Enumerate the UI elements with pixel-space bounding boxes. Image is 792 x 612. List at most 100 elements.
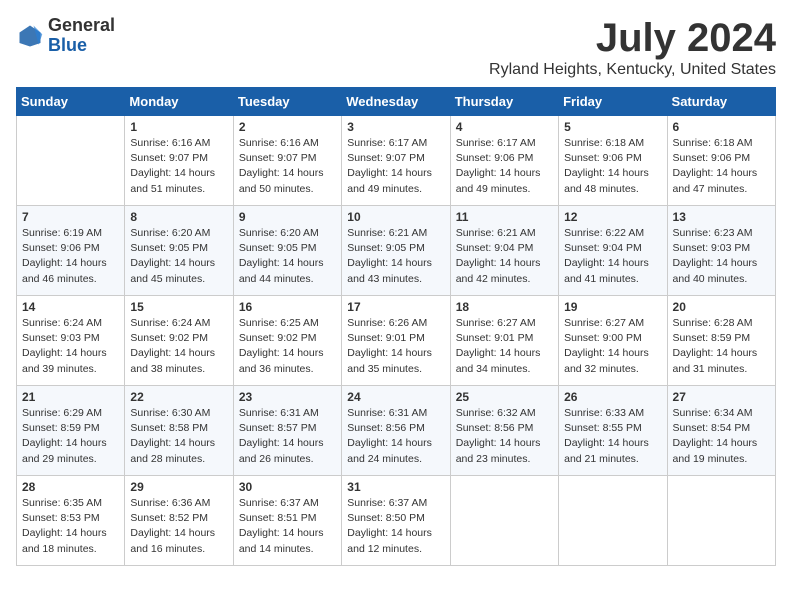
calendar-cell: 15 Sunrise: 6:24 AMSunset: 9:02 PMDayligh… (125, 296, 233, 386)
day-number: 22 (130, 390, 227, 404)
day-info: Sunrise: 6:30 AMSunset: 8:58 PMDaylight:… (130, 406, 227, 467)
calendar-cell: 1Sunrise: 6:16 AMSunset: 9:07 PMDaylight… (125, 116, 233, 206)
day-info: Sunrise: 6:34 AMSunset: 8:54 PMDaylight:… (673, 406, 770, 467)
weekday-header-row: SundayMondayTuesdayWednesdayThursdayFrid… (17, 88, 776, 116)
day-number: 9 (239, 210, 336, 224)
day-number: 15 (130, 300, 227, 314)
day-info: Sunrise: 6:16 AMSunset: 9:07 PMDaylight:… (239, 136, 336, 197)
day-info: Sunrise: 6:37 AMSunset: 8:50 PMDaylight:… (347, 496, 444, 557)
day-info: Sunrise: 6:21 AMSunset: 9:05 PMDaylight:… (347, 226, 444, 287)
month-year-title: July 2024 (489, 16, 776, 61)
day-info: Sunrise: 6:28 AMSunset: 8:59 PMDaylight:… (673, 316, 770, 377)
day-info: Sunrise: 6:27 AMSunset: 9:01 PMDaylight:… (456, 316, 553, 377)
calendar-cell: 12Sunrise: 6:22 AMSunset: 9:04 PMDayligh… (559, 206, 667, 296)
day-info: Sunrise: 6:20 AMSunset: 9:05 PMDaylight:… (130, 226, 227, 287)
day-info: Sunrise: 6:18 AMSunset: 9:06 PMDaylight:… (673, 136, 770, 197)
day-info: Sunrise: 6:24 AMSunset: 9:03 PMDaylight:… (22, 316, 119, 377)
day-info: Sunrise: 6:17 AMSunset: 9:07 PMDaylight:… (347, 136, 444, 197)
header: General Blue July 2024 Ryland Heights, K… (16, 16, 776, 79)
day-number: 11 (456, 210, 553, 224)
calendar-cell: 22 Sunrise: 6:30 AMSunset: 8:58 PMDayligh… (125, 386, 233, 476)
calendar-cell: 7 Sunrise: 6:19 AMSunset: 9:06 PMDaylight… (17, 206, 125, 296)
day-info: Sunrise: 6:18 AMSunset: 9:06 PMDaylight:… (564, 136, 661, 197)
calendar-body: 1Sunrise: 6:16 AMSunset: 9:07 PMDaylight… (17, 116, 776, 566)
weekday-header-saturday: Saturday (667, 88, 775, 116)
calendar-cell: 30 Sunrise: 6:37 AMSunset: 8:51 PMDayligh… (233, 476, 341, 566)
weekday-header-friday: Friday (559, 88, 667, 116)
day-info: Sunrise: 6:37 AMSunset: 8:51 PMDaylight:… (239, 496, 336, 557)
day-number: 7 (22, 210, 119, 224)
day-info: Sunrise: 6:35 AMSunset: 8:53 PMDaylight:… (22, 496, 119, 557)
logo: General Blue (16, 16, 115, 56)
calendar-week-row: 28 Sunrise: 6:35 AMSunset: 8:53 PMDayligh… (17, 476, 776, 566)
weekday-header-sunday: Sunday (17, 88, 125, 116)
location-subtitle: Ryland Heights, Kentucky, United States (489, 61, 776, 79)
calendar-cell: 24 Sunrise: 6:31 AMSunset: 8:56 PMDayligh… (342, 386, 450, 476)
calendar-cell (667, 476, 775, 566)
day-info: Sunrise: 6:21 AMSunset: 9:04 PMDaylight:… (456, 226, 553, 287)
day-info: Sunrise: 6:32 AMSunset: 8:56 PMDaylight:… (456, 406, 553, 467)
calendar-table: SundayMondayTuesdayWednesdayThursdayFrid… (16, 87, 776, 566)
calendar-cell: 4 Sunrise: 6:17 AMSunset: 9:06 PMDaylight… (450, 116, 558, 206)
calendar-cell: 16 Sunrise: 6:25 AMSunset: 9:02 PMDayligh… (233, 296, 341, 386)
day-number: 17 (347, 300, 444, 314)
day-info: Sunrise: 6:17 AMSunset: 9:06 PMDaylight:… (456, 136, 553, 197)
calendar-week-row: 1Sunrise: 6:16 AMSunset: 9:07 PMDaylight… (17, 116, 776, 206)
day-number: 19 (564, 300, 661, 314)
calendar-week-row: 14 Sunrise: 6:24 AMSunset: 9:03 PMDayligh… (17, 296, 776, 386)
day-number: 3 (347, 120, 444, 134)
day-number: 5 (564, 120, 661, 134)
calendar-cell: 25Sunrise: 6:32 AMSunset: 8:56 PMDayligh… (450, 386, 558, 476)
day-number: 16 (239, 300, 336, 314)
logo-icon (16, 22, 44, 50)
weekday-header-thursday: Thursday (450, 88, 558, 116)
day-number: 14 (22, 300, 119, 314)
day-number: 6 (673, 120, 770, 134)
calendar-cell: 10Sunrise: 6:21 AMSunset: 9:05 PMDayligh… (342, 206, 450, 296)
day-info: Sunrise: 6:22 AMSunset: 9:04 PMDaylight:… (564, 226, 661, 287)
day-info: Sunrise: 6:24 AMSunset: 9:02 PMDaylight:… (130, 316, 227, 377)
day-info: Sunrise: 6:26 AMSunset: 9:01 PMDaylight:… (347, 316, 444, 377)
day-number: 21 (22, 390, 119, 404)
day-number: 26 (564, 390, 661, 404)
day-info: Sunrise: 6:19 AMSunset: 9:06 PMDaylight:… (22, 226, 119, 287)
day-number: 31 (347, 480, 444, 494)
calendar-cell: 23Sunrise: 6:31 AMSunset: 8:57 PMDayligh… (233, 386, 341, 476)
logo-text: General Blue (48, 16, 115, 56)
day-number: 28 (22, 480, 119, 494)
calendar-cell (559, 476, 667, 566)
weekday-header-wednesday: Wednesday (342, 88, 450, 116)
calendar-cell: 5 Sunrise: 6:18 AMSunset: 9:06 PMDaylight… (559, 116, 667, 206)
day-number: 18 (456, 300, 553, 314)
day-info: Sunrise: 6:33 AMSunset: 8:55 PMDaylight:… (564, 406, 661, 467)
day-number: 29 (130, 480, 227, 494)
day-number: 30 (239, 480, 336, 494)
calendar-cell: 21Sunrise: 6:29 AMSunset: 8:59 PMDayligh… (17, 386, 125, 476)
calendar-cell: 13Sunrise: 6:23 AMSunset: 9:03 PMDayligh… (667, 206, 775, 296)
day-info: Sunrise: 6:31 AMSunset: 8:57 PMDaylight:… (239, 406, 336, 467)
calendar-cell (450, 476, 558, 566)
calendar-header: SundayMondayTuesdayWednesdayThursdayFrid… (17, 88, 776, 116)
day-info: Sunrise: 6:27 AMSunset: 9:00 PMDaylight:… (564, 316, 661, 377)
calendar-cell: 17 Sunrise: 6:26 AMSunset: 9:01 PMDayligh… (342, 296, 450, 386)
day-number: 24 (347, 390, 444, 404)
calendar-cell: 19 Sunrise: 6:27 AMSunset: 9:00 PMDayligh… (559, 296, 667, 386)
calendar-week-row: 21Sunrise: 6:29 AMSunset: 8:59 PMDayligh… (17, 386, 776, 476)
calendar-cell: 8 Sunrise: 6:20 AMSunset: 9:05 PMDaylight… (125, 206, 233, 296)
day-info: Sunrise: 6:31 AMSunset: 8:56 PMDaylight:… (347, 406, 444, 467)
day-info: Sunrise: 6:25 AMSunset: 9:02 PMDaylight:… (239, 316, 336, 377)
day-info: Sunrise: 6:20 AMSunset: 9:05 PMDaylight:… (239, 226, 336, 287)
calendar-cell: 18 Sunrise: 6:27 AMSunset: 9:01 PMDayligh… (450, 296, 558, 386)
logo-general: General (48, 16, 115, 36)
day-number: 4 (456, 120, 553, 134)
day-number: 13 (673, 210, 770, 224)
calendar-cell: 6 Sunrise: 6:18 AMSunset: 9:06 PMDaylight… (667, 116, 775, 206)
calendar-cell: 11 Sunrise: 6:21 AMSunset: 9:04 PMDayligh… (450, 206, 558, 296)
day-number: 20 (673, 300, 770, 314)
weekday-header-tuesday: Tuesday (233, 88, 341, 116)
calendar-week-row: 7 Sunrise: 6:19 AMSunset: 9:06 PMDaylight… (17, 206, 776, 296)
calendar-cell: 9 Sunrise: 6:20 AMSunset: 9:05 PMDaylight… (233, 206, 341, 296)
calendar-cell: 14 Sunrise: 6:24 AMSunset: 9:03 PMDayligh… (17, 296, 125, 386)
calendar-cell: 29Sunrise: 6:36 AMSunset: 8:52 PMDayligh… (125, 476, 233, 566)
day-number: 8 (130, 210, 227, 224)
